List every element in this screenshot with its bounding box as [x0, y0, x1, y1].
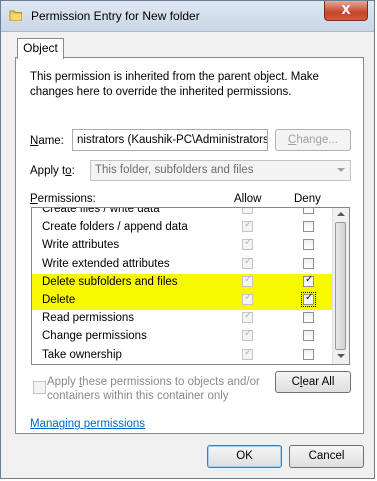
permission-row[interactable]: Read permissions ✓	[32, 310, 333, 328]
permission-name: Delete	[42, 294, 76, 306]
checkmark-icon: ✓	[244, 328, 253, 340]
permission-name: Change permissions	[42, 330, 147, 343]
permissions-scrollbar[interactable]	[332, 208, 349, 364]
object-tab-panel: This permission is inherited from the pa…	[15, 57, 364, 434]
allow-checkbox[interactable]: ✓	[242, 255, 253, 269]
permissions-label: Permissions:	[30, 193, 96, 205]
deny-checkbox[interactable]	[303, 330, 314, 342]
ok-button[interactable]: OK	[207, 445, 282, 468]
apply-inherit-label: Apply these permissions to objects and/o…	[47, 376, 260, 402]
title-bar[interactable]: Permission Entry for New folder X	[1, 1, 374, 32]
name-label: Name:	[30, 135, 64, 147]
permission-row[interactable]: Create folders / append data ✓	[32, 219, 333, 237]
permission-name: Take ownership	[42, 348, 122, 361]
allow-checkbox[interactable]: ✓	[242, 237, 253, 251]
deny-checkbox[interactable]	[303, 348, 314, 360]
allow-checkbox[interactable]: ✓	[242, 219, 253, 233]
permission-row[interactable]: Delete subfolders and files ✓ ✓	[32, 273, 333, 292]
tab-object[interactable]: Object	[17, 38, 64, 59]
permission-row[interactable]: Write attributes ✓	[32, 237, 333, 255]
permission-row[interactable]: Delete ✓ ✓	[32, 292, 333, 310]
allow-checkbox[interactable]: ✓	[242, 346, 253, 360]
name-field[interactable]: nistrators (Kaushik-PC\Administrators)	[72, 129, 268, 151]
cancel-button[interactable]: Cancel	[289, 445, 364, 468]
chevron-down-icon	[337, 168, 345, 172]
checkmark-icon: ✓	[244, 292, 253, 303]
managing-permissions-link[interactable]: Managing permissions	[30, 418, 145, 430]
permission-name: Write attributes	[42, 239, 120, 252]
allow-checkbox[interactable]: ✓	[242, 273, 253, 287]
allow-checkbox[interactable]: ✓	[242, 208, 253, 214]
scroll-up-icon[interactable]	[337, 212, 345, 216]
checkmark-icon: ✓	[244, 346, 253, 358]
close-button[interactable]: X	[324, 1, 368, 21]
checkmark-icon: ✓	[244, 219, 253, 231]
checkmark-icon: ✓	[244, 310, 253, 322]
allow-checkbox[interactable]: ✓	[242, 328, 253, 342]
clear-all-button[interactable]: Clear All	[275, 371, 351, 393]
allow-checkbox[interactable]: ✓	[242, 310, 253, 324]
permissions-list[interactable]: Create files / write data✓Create folders…	[31, 207, 350, 365]
permission-entry-dialog: Permission Entry for New folder X Object…	[0, 0, 375, 479]
deny-checkbox[interactable]	[303, 312, 314, 324]
checkmark-icon: ✓	[305, 273, 314, 285]
checkmark-icon: ✓	[244, 255, 253, 267]
permission-name: Create folders / append data	[42, 221, 188, 234]
checkmark-icon: ✓	[244, 208, 252, 212]
apply-to-label: Apply to:	[30, 165, 75, 177]
apply-inherit-checkbox[interactable]	[33, 381, 46, 394]
permission-name: Delete subfolders and files	[42, 275, 178, 288]
deny-checkbox[interactable]	[303, 257, 314, 269]
deny-checkbox[interactable]: ✓	[301, 292, 316, 307]
window-title: Permission Entry for New folder	[31, 9, 200, 23]
change-button[interactable]: Change...	[275, 129, 351, 151]
permission-name: Create files / write data	[42, 207, 160, 215]
checkmark-icon: ✓	[244, 273, 253, 285]
deny-header: Deny	[294, 193, 321, 205]
permission-row[interactable]: Create files / write data ✓	[32, 207, 333, 219]
allow-header: Allow	[234, 193, 262, 205]
checkmark-icon: ✓	[305, 292, 314, 303]
permission-name: Read permissions	[42, 312, 135, 325]
permission-name: Write extended attributes	[42, 257, 170, 270]
apply-to-dropdown[interactable]: This folder, subfolders and files	[90, 160, 351, 181]
deny-checkbox[interactable]	[303, 221, 314, 233]
allow-checkbox[interactable]: ✓	[242, 292, 253, 305]
checkmark-icon: ✓	[244, 237, 253, 249]
permission-row[interactable]: Write extended attributes ✓	[32, 256, 333, 274]
folder-icon	[9, 10, 22, 21]
deny-checkbox[interactable]: ✓	[303, 273, 314, 287]
permission-row[interactable]: Take ownership ✓	[32, 346, 333, 364]
permission-row[interactable]: Change permissions ✓	[32, 328, 333, 346]
scroll-thumb[interactable]	[335, 222, 346, 350]
deny-checkbox[interactable]	[303, 208, 314, 214]
apply-to-value: This folder, subfolders and files	[95, 164, 254, 176]
deny-checkbox[interactable]	[303, 239, 314, 251]
scroll-down-icon[interactable]	[337, 354, 345, 358]
inherited-info-text: This permission is inherited from the pa…	[30, 71, 319, 98]
